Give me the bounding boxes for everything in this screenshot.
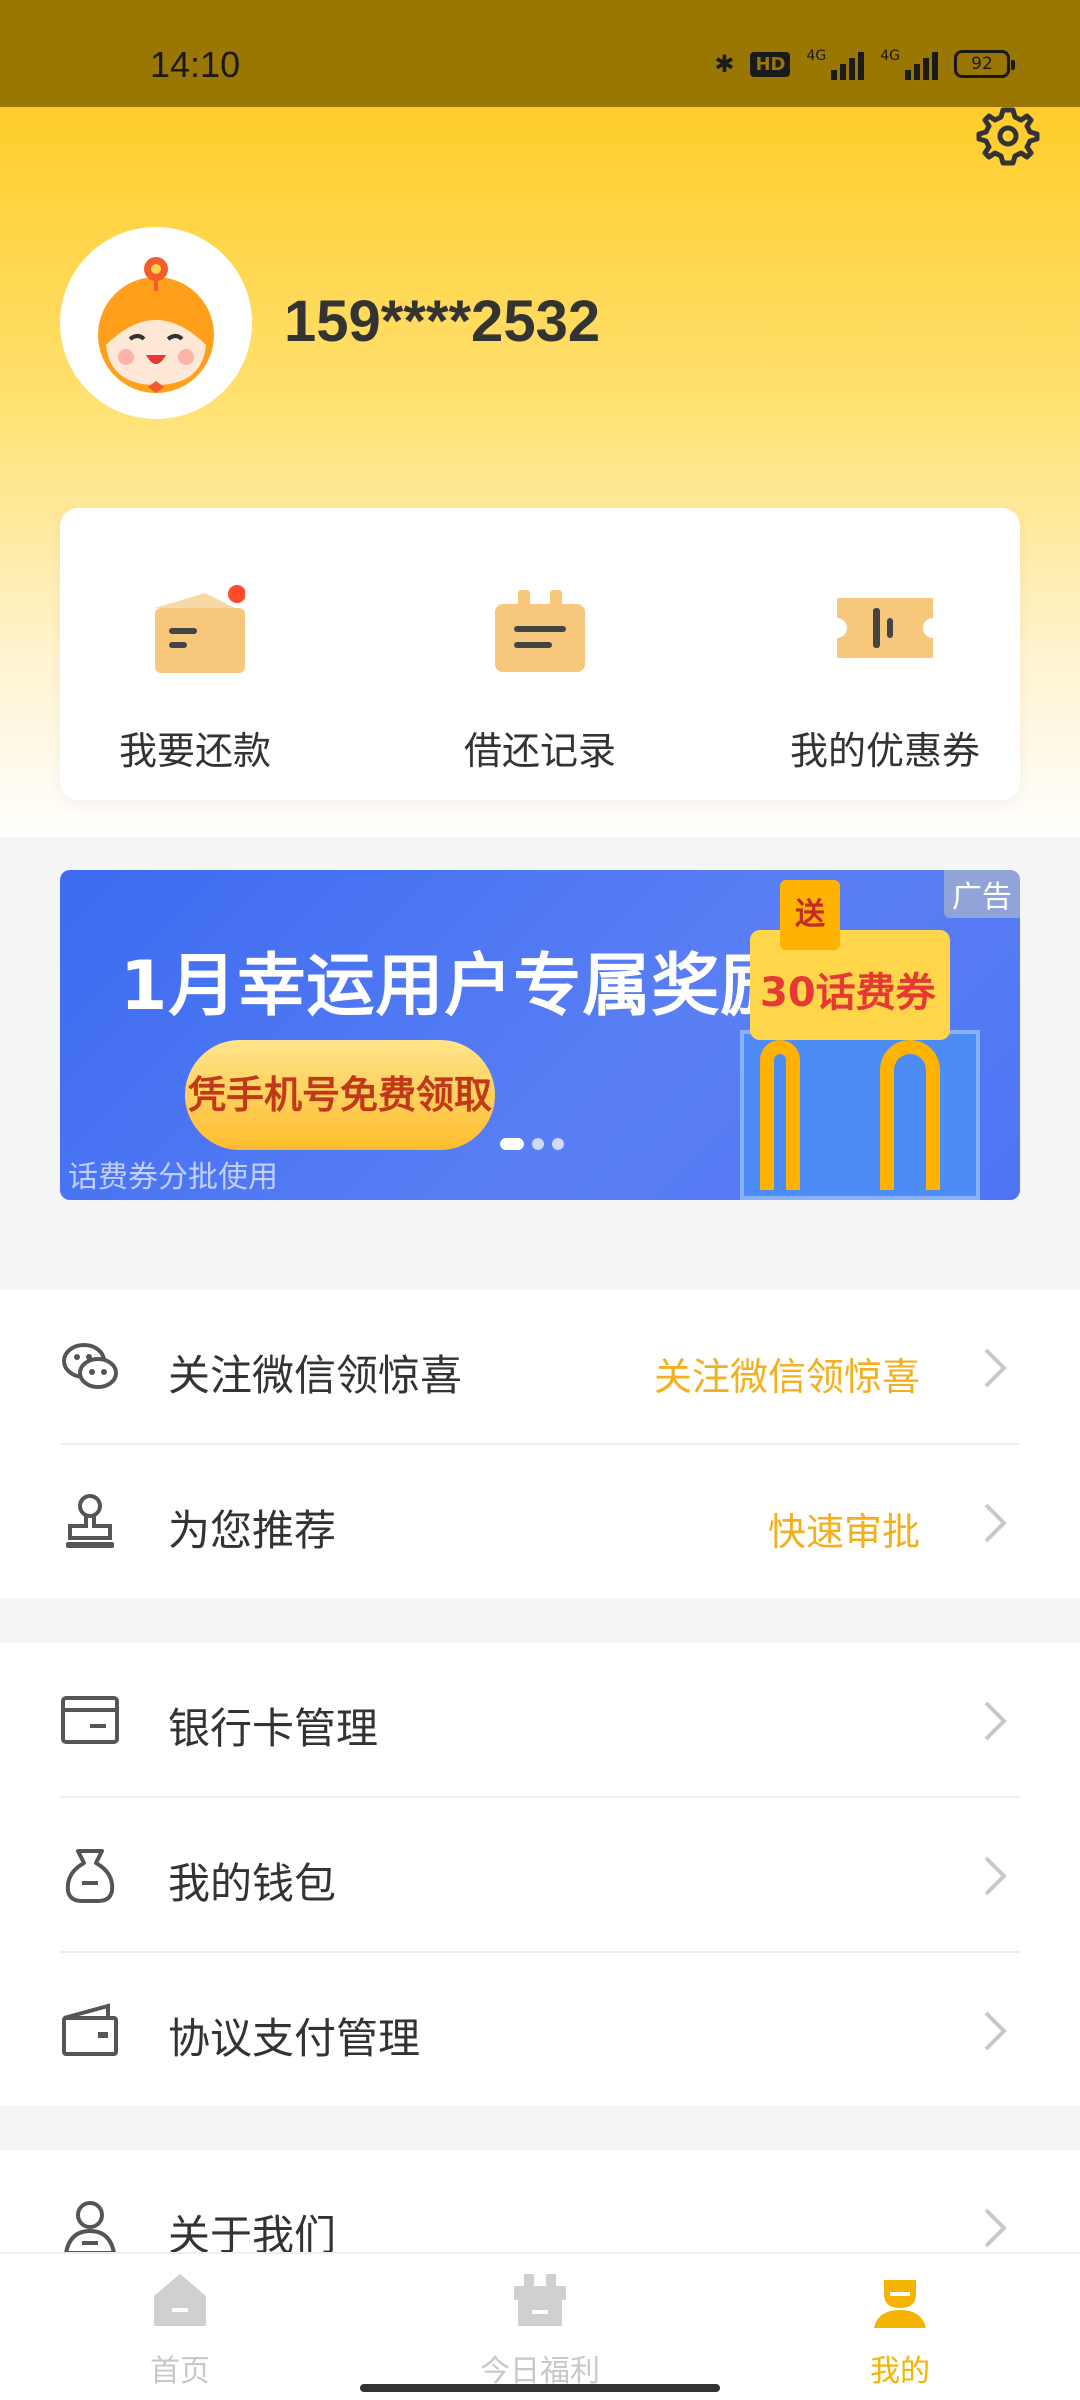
- money-bag-icon: [65, 1849, 115, 1903]
- gift-icon: [514, 2274, 566, 2326]
- menu-row-value: 关注微信领惊喜: [653, 1355, 920, 1399]
- coupon-icon: [837, 598, 933, 658]
- menu-row-label: 为您推荐: [168, 1506, 337, 1555]
- settings-gear-icon[interactable]: [976, 104, 1040, 168]
- quick-actions-card: 我要还款 借还记录 我的优惠券: [60, 508, 1020, 800]
- ad-label: 广告: [944, 870, 1020, 918]
- banner-title: 1月幸运用户专属奖励: [120, 947, 790, 1026]
- banner-pagination: [500, 1138, 564, 1150]
- menu-group-account: 银行卡管理 我的钱包 协议支付管理: [0, 1643, 1080, 2106]
- stamp-icon: [66, 1494, 114, 1548]
- menu-row-my-wallet[interactable]: 我的钱包: [0, 1798, 1080, 1953]
- network-type: 4G: [806, 48, 827, 64]
- pagination-dot-active: [500, 1138, 524, 1150]
- gift-ribbon: [880, 1040, 940, 1190]
- avatar[interactable]: [60, 227, 252, 419]
- bluetooth-icon: ✱: [714, 50, 735, 78]
- banner-note: 话费券分批使用: [68, 1160, 278, 1195]
- banner-coupon-text: 30话费券: [760, 970, 936, 1016]
- menu-group-recommend: 关注微信领惊喜 关注微信领惊喜 为您推荐 快速审批: [0, 1290, 1080, 1598]
- menu-row-label: 协议支付管理: [168, 2014, 421, 2063]
- bank-card-icon: [61, 1696, 119, 1744]
- tab-label: 我的: [870, 2354, 930, 2389]
- chevron-right-icon: [984, 1503, 1007, 1543]
- tab-daily-benefits[interactable]: 今日福利: [360, 2254, 720, 2400]
- menu-row-payment-agreement[interactable]: 协议支付管理: [0, 1953, 1080, 2108]
- signal-icon-2: 4G: [880, 48, 938, 80]
- network-type-2: 4G: [880, 48, 900, 64]
- wallet-card-icon: [155, 585, 245, 673]
- quick-action-label: 我的优惠券: [789, 729, 980, 773]
- banner-cta-button[interactable]: 凭手机号免费领取: [185, 1040, 495, 1150]
- quick-action-coupons[interactable]: 我的优惠券: [765, 508, 1005, 800]
- chevron-right-icon: [984, 1348, 1007, 1388]
- quick-action-records[interactable]: 借还记录: [420, 508, 660, 800]
- record-icon: [495, 590, 585, 672]
- pagination-dot: [532, 1138, 544, 1150]
- wallet-icon: [62, 2003, 118, 2056]
- profile-icon: [874, 2280, 926, 2328]
- menu-row-value: 快速审批: [767, 1510, 920, 1554]
- menu-row-label: 银行卡管理: [168, 1704, 379, 1753]
- signal-icon: 4G: [806, 48, 865, 80]
- banner-gift-tag: 送: [780, 880, 840, 950]
- gift-ribbon: [760, 1040, 800, 1190]
- status-icons: ✱ HD 4G 4G 92: [714, 48, 1015, 80]
- quick-action-label: 借还记录: [463, 729, 616, 773]
- tab-label: 首页: [150, 2354, 210, 2389]
- chevron-right-icon: [984, 1856, 1007, 1896]
- menu-row-bank-card[interactable]: 银行卡管理: [0, 1643, 1080, 1798]
- chevron-right-icon: [984, 2208, 1007, 2248]
- home-icon: [154, 2274, 206, 2326]
- hd-voice-icon: HD: [750, 51, 791, 77]
- chevron-right-icon: [984, 1701, 1007, 1741]
- menu-row-recommend[interactable]: 为您推荐 快速审批: [0, 1445, 1080, 1600]
- bottom-tab-bar: 首页 今日福利 我的: [0, 2252, 1080, 2400]
- quick-action-label: 我要还款: [118, 729, 271, 773]
- chevron-right-icon: [984, 2011, 1007, 2051]
- avatar-illustration-icon: [98, 257, 214, 393]
- battery-icon: 92: [954, 50, 1015, 78]
- home-indicator[interactable]: [360, 2384, 720, 2392]
- tab-mine[interactable]: 我的: [720, 2254, 1080, 2400]
- status-time: 14:10: [150, 44, 241, 85]
- user-icon: [63, 2201, 117, 2255]
- promo-banner[interactable]: 1月幸运用户专属奖励 30话费券 送 凭手机号免费领取 话费券分批使用 广告: [60, 870, 1020, 1200]
- tab-home[interactable]: 首页: [0, 2254, 360, 2400]
- pagination-dot: [552, 1138, 564, 1150]
- menu-row-label: 关注微信领惊喜: [168, 1351, 463, 1400]
- quick-action-repay[interactable]: 我要还款: [75, 508, 315, 800]
- menu-row-label: 我的钱包: [168, 1859, 337, 1908]
- status-bar: 14:10 ✱ HD 4G 4G 92: [0, 0, 1080, 107]
- wechat-icon: [62, 1343, 118, 1389]
- menu-row-wechat[interactable]: 关注微信领惊喜 关注微信领惊喜: [0, 1290, 1080, 1445]
- user-phone-number: 159****2532: [284, 289, 601, 354]
